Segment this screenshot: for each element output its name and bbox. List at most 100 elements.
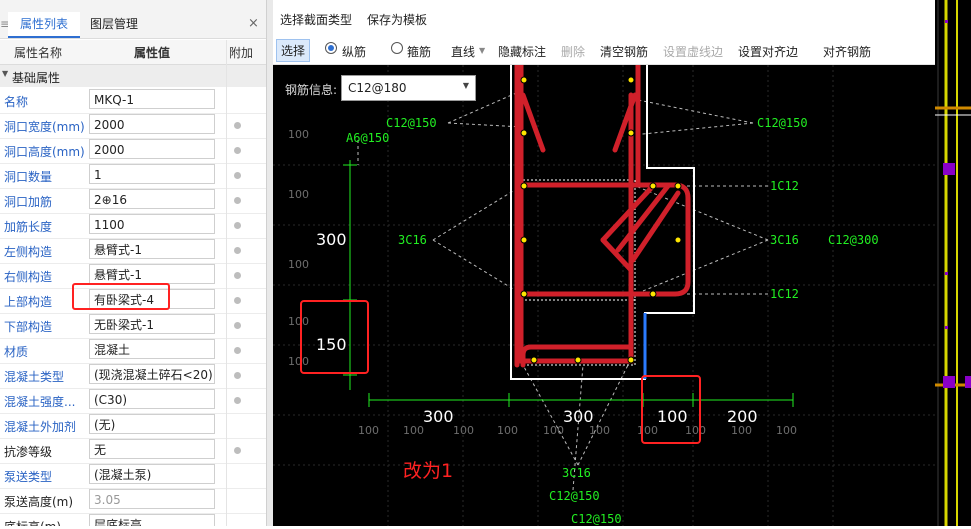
- property-value-field[interactable]: 1100: [89, 214, 215, 234]
- grid-label: 100: [776, 424, 797, 437]
- clear-rebar-button[interactable]: 清空钢筋: [600, 43, 648, 60]
- editor-menubar: 选择截面类型 保存为模板: [273, 0, 935, 36]
- property-name: 泵送类型: [4, 470, 53, 484]
- grid-label: 100: [637, 424, 658, 437]
- delete-button[interactable]: 删除: [561, 43, 585, 60]
- set-align-edge-button[interactable]: 设置对齐边: [738, 43, 798, 60]
- attach-checkbox[interactable]: [234, 197, 241, 204]
- highlight-box: [72, 283, 170, 310]
- close-icon[interactable]: ×: [248, 12, 259, 36]
- annot-c12-300: C12@300: [828, 233, 879, 247]
- grid-scale-labels: 100 100 100 100 100 100 100 100 100 100 …: [288, 128, 797, 437]
- property-value-field[interactable]: 层底标高: [89, 514, 215, 526]
- property-value-field[interactable]: 2⊕16: [89, 189, 215, 209]
- property-name: 混凝土类型: [4, 370, 65, 384]
- property-name: 混凝土强度...: [4, 395, 76, 409]
- property-name: 左侧构造: [4, 245, 53, 259]
- attach-checkbox[interactable]: [234, 447, 241, 454]
- tab-layers[interactable]: 图层管理: [90, 12, 138, 36]
- property-value-field[interactable]: (现浇混凝土碎石<20): [89, 364, 215, 384]
- attach-checkbox[interactable]: [234, 397, 241, 404]
- property-value-field[interactable]: MKQ-1: [89, 89, 215, 109]
- dim-horizontal-300-a: 300: [423, 407, 454, 426]
- dim-vertical-300: 300: [316, 230, 347, 249]
- property-name: 下部构造: [4, 320, 53, 334]
- collapse-triangle-icon[interactable]: ▼: [2, 69, 8, 78]
- dim-vertical-150: 150: [316, 335, 347, 354]
- grid-label: 100: [288, 315, 309, 328]
- property-value-field[interactable]: 2000: [89, 114, 215, 134]
- annot-3c16-right: 3C16: [770, 233, 799, 247]
- menu-select-section-type[interactable]: 选择截面类型: [280, 11, 352, 28]
- property-panel: ≡ 属性列表 图层管理 × 属性名称 属性值 附加 ▼ 基础属性 名称 MKQ-1…: [0, 0, 266, 526]
- grid-label: 100: [589, 424, 610, 437]
- property-value-field[interactable]: (无): [89, 414, 215, 434]
- column-header-name: 属性名称: [14, 46, 63, 60]
- property-name: 洞口数量: [4, 170, 53, 184]
- panel-tabs: ≡ 属性列表 图层管理 ×: [0, 0, 266, 39]
- chevron-down-icon[interactable]: ▼: [479, 46, 485, 55]
- attach-checkbox[interactable]: [234, 247, 241, 254]
- property-name: 上部构造: [4, 295, 53, 309]
- background-drawing-strip: [935, 0, 971, 526]
- background-drawing: [935, 0, 971, 526]
- longitudinal-radio[interactable]: [325, 42, 337, 54]
- tab-properties[interactable]: 属性列表: [8, 12, 81, 38]
- hide-labels-button[interactable]: 隐藏标注: [498, 43, 546, 60]
- highlight-boxes: [300, 300, 701, 444]
- property-value-field[interactable]: 无卧梁式-1: [89, 314, 215, 334]
- align-rebar-button[interactable]: 对齐钢筋: [823, 43, 871, 60]
- property-name: 洞口宽度(mm): [4, 120, 85, 134]
- select-button[interactable]: 选择: [276, 39, 311, 62]
- attach-checkbox[interactable]: [234, 297, 241, 304]
- property-value-field[interactable]: 悬臂式-1: [89, 239, 215, 259]
- attach-checkbox[interactable]: [234, 172, 241, 179]
- annot-3c16-bottom: 3C16: [562, 466, 591, 480]
- attach-checkbox[interactable]: [234, 147, 241, 154]
- section-drawing-canvas[interactable]: C12@150 C12@150 A6@150 1C12 3C16 3C16 C1…: [273, 65, 935, 526]
- attach-checkbox[interactable]: [234, 372, 241, 379]
- property-name: 抗渗等级: [4, 445, 53, 459]
- set-dashed-edge-button[interactable]: 设置虚线边: [663, 43, 723, 60]
- attach-checkbox[interactable]: [234, 272, 241, 279]
- grid-label: 100: [403, 424, 424, 437]
- annot-1c12-bottom: 1C12: [770, 287, 799, 301]
- attach-checkbox[interactable]: [234, 222, 241, 229]
- attach-checkbox[interactable]: [234, 122, 241, 129]
- menu-save-as-template[interactable]: 保存为模板: [367, 11, 427, 28]
- grid-label: 100: [685, 424, 706, 437]
- line-dropdown[interactable]: 直线: [451, 43, 475, 60]
- property-value-field[interactable]: 3.05: [89, 489, 215, 509]
- column-header-extra: 附加: [229, 46, 254, 60]
- grid-label: 100: [731, 424, 752, 437]
- annot-c12-150-right: C12@150: [757, 116, 808, 130]
- property-value-field[interactable]: (C30): [89, 389, 215, 409]
- property-name: 右侧构造: [4, 270, 53, 284]
- annot-c12-150-bottom-b: C12@150: [571, 512, 622, 526]
- attach-checkbox[interactable]: [234, 347, 241, 354]
- property-name: 加筋长度: [4, 220, 53, 234]
- property-value-field[interactable]: 混凝土: [89, 339, 215, 359]
- property-value-field[interactable]: 无: [89, 439, 215, 459]
- property-value-field[interactable]: (混凝土泵): [89, 464, 215, 484]
- rebar-info-dropdown[interactable]: C12@180 ▼: [341, 75, 476, 101]
- property-value-field[interactable]: 悬臂式-1: [89, 264, 215, 284]
- grid-label: 100: [288, 258, 309, 271]
- annot-c12-150-left: C12@150: [386, 116, 437, 130]
- editor-toolbar: 选择 纵筋 箍筋 直线 ▼ 隐藏标注 删除 清空钢筋 设置虚线边 设置对齐边 对…: [273, 36, 935, 65]
- property-name: 名称: [4, 95, 29, 109]
- property-value-field[interactable]: 2000: [89, 139, 215, 159]
- longitudinal-label[interactable]: 纵筋: [342, 43, 366, 60]
- property-value-field[interactable]: 1: [89, 164, 215, 184]
- annot-1c12-top: 1C12: [770, 179, 799, 193]
- property-name: 材质: [4, 345, 29, 359]
- rebar-group: [514, 65, 691, 368]
- grid-label: 100: [288, 355, 309, 368]
- stirrup-label[interactable]: 箍筋: [407, 43, 431, 60]
- grid-label: 100: [497, 424, 518, 437]
- stirrup-radio[interactable]: [391, 42, 403, 54]
- grid-label: 100: [288, 128, 309, 141]
- grid-label: 100: [358, 424, 379, 437]
- attach-checkbox[interactable]: [234, 322, 241, 329]
- grid-label: 100: [288, 188, 309, 201]
